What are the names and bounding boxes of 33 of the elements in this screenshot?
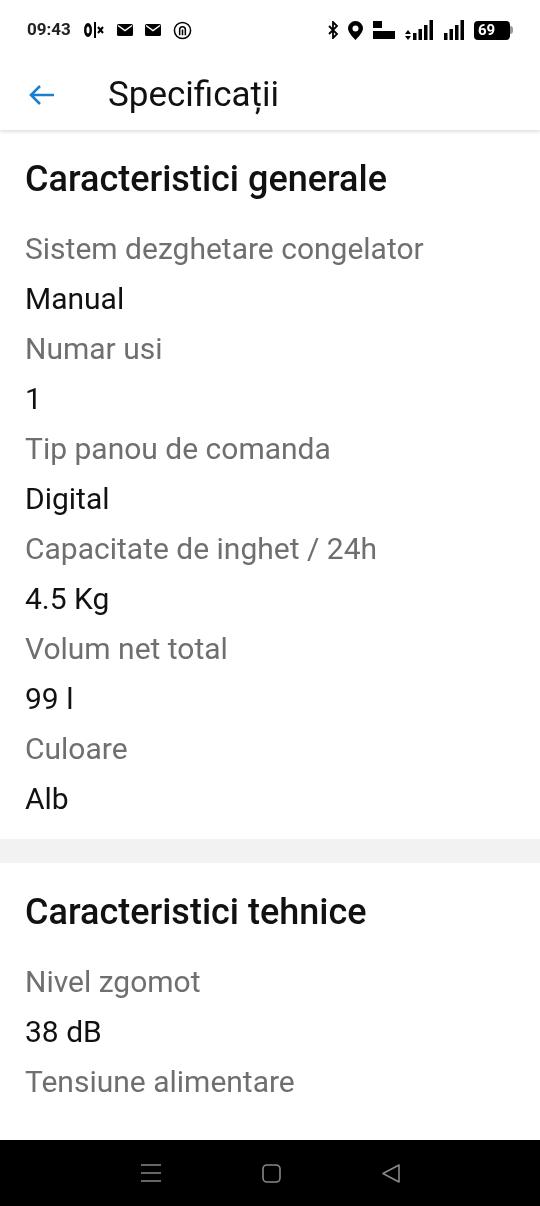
battery-level: 69: [478, 22, 496, 38]
page-title: Specificații: [108, 72, 280, 117]
home-icon[interactable]: [261, 1163, 281, 1183]
spec-label: Sistem dezghetare congelator: [25, 230, 425, 268]
spec-label: Tensiune alimentare: [25, 1063, 296, 1101]
menu-icon[interactable]: [140, 1164, 161, 1182]
vibrate-icon: [82, 21, 105, 39]
bluetooth-icon: [328, 21, 339, 39]
fingerprint-icon: [172, 20, 192, 40]
spec-label: Volum net total: [25, 630, 229, 668]
spec-value: 4.5 Kg: [25, 580, 111, 618]
location-icon: [348, 20, 363, 40]
signal-icon: [412, 20, 434, 40]
spec-value: 1: [25, 380, 43, 418]
spec-value: Manual: [25, 280, 126, 318]
data-arrows-icon: [405, 30, 411, 40]
spec-value: 38 dB: [25, 1013, 103, 1051]
back-icon[interactable]: [381, 1163, 400, 1183]
spec-label: Capacitate de inghet / 24h: [25, 530, 379, 568]
spec-label: Culoare: [25, 730, 129, 768]
spec-label: Tip panou de comanda: [25, 430, 332, 468]
section-title: Caracteristici tehnice: [25, 890, 368, 935]
section-title: Caracteristici generale: [25, 157, 388, 202]
back-arrow-icon: [29, 84, 55, 106]
status-time: 09:43: [27, 18, 71, 42]
spec-label: Nivel zgomot: [25, 963, 202, 1001]
spec-value: 99 l: [25, 680, 75, 718]
mail-icon: [116, 24, 133, 36]
mail-icon: [144, 24, 161, 36]
spec-value: Alb: [25, 780, 70, 818]
signal-icon: [443, 20, 465, 40]
spec-value: Digital: [25, 480, 111, 518]
spec-label: Numar usi: [25, 330, 164, 368]
